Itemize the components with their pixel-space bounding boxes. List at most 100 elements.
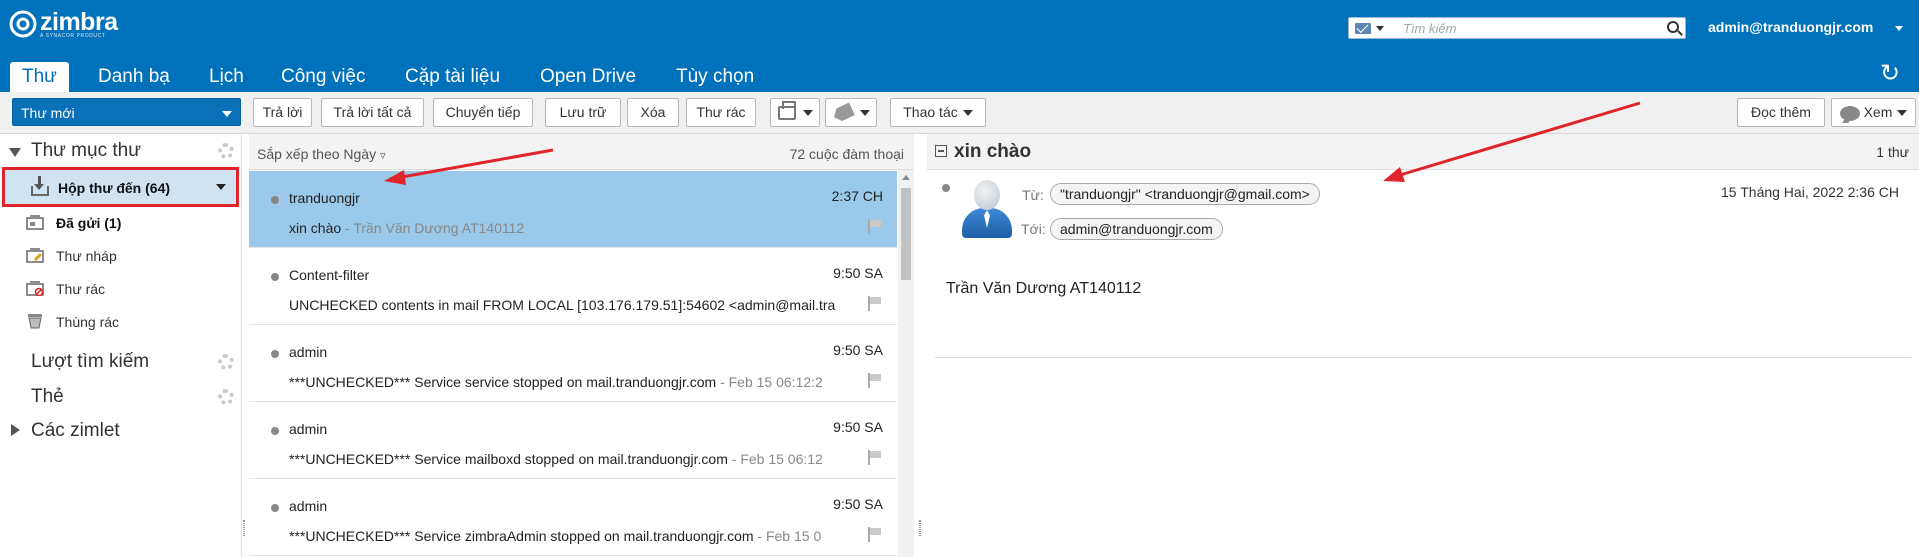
logo-name: zimbra [40,8,118,36]
flag-icon[interactable] [868,219,882,234]
message-fragment: - Feb 15 0 [753,528,822,544]
printer-icon [777,101,796,121]
refresh-icon[interactable]: ↻ [1880,59,1900,88]
tab-briefcase[interactable]: Cặp tài liệu [405,64,500,92]
actions-label: Thao tác [903,104,958,120]
message-preview: UNCHECKED contents in mail FROM LOCAL [1… [289,297,855,313]
message-time: 9:50 SA [833,496,883,512]
read-status-dot-icon[interactable] [271,427,279,435]
tag-button[interactable] [825,98,877,127]
read-status-dot-icon[interactable] [271,196,279,204]
delete-button[interactable]: Xóa [627,98,679,127]
forward-button[interactable]: Chuyển tiếp [433,98,533,127]
message-preview: ***UNCHECKED*** Service mailboxd stopped… [289,451,855,467]
scrollbar-thumb[interactable] [901,188,911,280]
recipient-address-pill[interactable]: admin@tranduongjr.com [1050,218,1223,240]
scroll-up-arrow-icon[interactable] [902,175,910,180]
list-item[interactable]: Content-filter 9:50 SA UNCHECKED content… [249,248,897,325]
message-subject: ***UNCHECKED*** Service zimbraAdmin stop… [289,528,754,544]
sidebar-item-junk[interactable]: Thư rác [0,274,242,304]
reading-pane: xin chào 1 thư Từ: "tranduongjr" <trandu… [927,134,1919,557]
user-account-menu[interactable]: admin@tranduongjr.com [1708,19,1873,35]
search-input[interactable]: Tìm kiếm [1403,21,1456,36]
flag-icon[interactable] [868,527,882,542]
list-scrollbar[interactable] [898,170,914,557]
tag-icon [830,103,854,124]
new-mail-label: Thư mới [21,105,75,121]
collapse-triangle-icon[interactable] [9,148,21,157]
chevron-down-icon[interactable] [222,111,232,117]
search-box[interactable]: Tìm kiếm [1348,17,1686,39]
message-preview: xin chào - Trần Văn Dương AT140112 [289,220,855,236]
message-subject: ***UNCHECKED*** Service service stopped … [289,374,717,390]
message-subject: xin chào [289,220,342,236]
tab-contacts[interactable]: Danh bạ [98,64,170,92]
read-status-dot-icon[interactable] [271,273,279,281]
message-sender: admin [289,344,328,360]
read-status-dot-icon[interactable] [271,504,279,512]
chevron-down-icon[interactable] [216,184,226,190]
reply-all-button[interactable]: Trả lời tất cả [321,98,424,127]
message-preview: ***UNCHECKED*** Service service stopped … [289,374,855,390]
list-item[interactable]: admin 9:50 SA ***UNCHECKED*** Service se… [249,325,897,402]
sort-by-date-button[interactable]: Sắp xếp theo Ngày ▿ [257,146,386,162]
toolbar: Thư mới Trả lời Trả lời tất cả Chuyển ti… [0,92,1919,134]
reply-button[interactable]: Trả lời [253,98,312,127]
print-button[interactable] [770,98,820,127]
list-item[interactable]: tranduongjr 2:37 CH xin chào - Trần Văn … [249,171,897,248]
message-preview: ***UNCHECKED*** Service zimbraAdmin stop… [289,528,855,544]
tab-open-drive[interactable]: Open Drive [540,64,636,92]
sidebar-item-label: Thư nháp [56,248,117,264]
zimbra-logo[interactable]: zimbra A SYNACOR PRODUCT [8,9,118,39]
zimlets-heading[interactable]: Các zimlet [31,420,120,442]
app-tabs: Thư Danh bạ Lịch Công việc Cặp tài liệu … [0,47,1919,92]
collapse-icon[interactable] [935,145,947,157]
chevron-down-icon [1897,110,1908,117]
read-status-dot-icon[interactable] [942,184,950,192]
new-mail-button[interactable]: Thư mới [12,98,241,126]
flag-icon[interactable] [868,450,882,465]
sidebar-item-sent[interactable]: Đã gửi (1) [0,208,242,238]
inbox-icon [31,176,49,196]
tab-tasks[interactable]: Công việc [281,64,366,92]
message-time: 9:50 SA [833,419,883,435]
sidebar-item-trash[interactable]: Thùng rác [0,307,242,337]
expand-triangle-icon[interactable] [11,424,20,436]
tab-preferences[interactable]: Tùy chọn [676,64,754,92]
tab-mail[interactable]: Thư [10,62,69,92]
tab-calendar[interactable]: Lịch [209,64,244,92]
read-more-button[interactable]: Đọc thêm [1737,98,1825,127]
message-time: 9:50 SA [833,265,883,281]
conversation-header: xin chào 1 thư [927,134,1919,170]
read-status-dot-icon[interactable] [271,350,279,358]
spam-button[interactable]: Thư rác [686,98,756,127]
gear-icon[interactable] [218,354,234,370]
list-item[interactable]: admin 9:50 SA ***UNCHECKED*** Service zi… [249,479,897,556]
resize-handle[interactable] [243,520,245,536]
resize-handle[interactable] [919,520,921,536]
gear-icon[interactable] [218,389,234,405]
tags-heading[interactable]: Thẻ [31,386,64,408]
mail-folders-heading[interactable]: Thư mục thư [31,140,141,162]
saved-searches-heading[interactable]: Lượt tìm kiếm [31,351,149,373]
mail-search-type-icon[interactable] [1355,23,1371,34]
archive-button[interactable]: Lưu trữ [545,98,621,127]
chevron-down-icon[interactable] [1895,26,1903,31]
sidebar-item-drafts[interactable]: Thư nháp [0,241,242,271]
message-fragment: - Feb 15 06:12 [727,451,823,467]
sidebar-item-label: Thùng rác [56,314,120,330]
flag-icon[interactable] [868,373,882,388]
sender-address-pill[interactable]: "tranduongjr" <tranduongjr@gmail.com> [1050,183,1320,205]
gear-icon[interactable] [218,143,234,159]
search-icon[interactable] [1667,21,1679,33]
chevron-down-icon [802,110,813,117]
list-item[interactable]: admin 9:50 SA ***UNCHECKED*** Service ma… [249,402,897,479]
zimbra-logo-icon [9,10,37,38]
sidebar-item-inbox[interactable]: Hộp thư đến (64) [2,167,239,207]
sort-label: Sắp xếp theo Ngày [257,146,377,162]
flag-icon[interactable] [868,296,882,311]
actions-button[interactable]: Thao tác [890,98,986,127]
view-button[interactable]: Xem [1831,98,1916,127]
chevron-down-icon[interactable] [1376,26,1384,31]
sidebar-item-label: Hộp thư đến (64) [58,180,171,196]
